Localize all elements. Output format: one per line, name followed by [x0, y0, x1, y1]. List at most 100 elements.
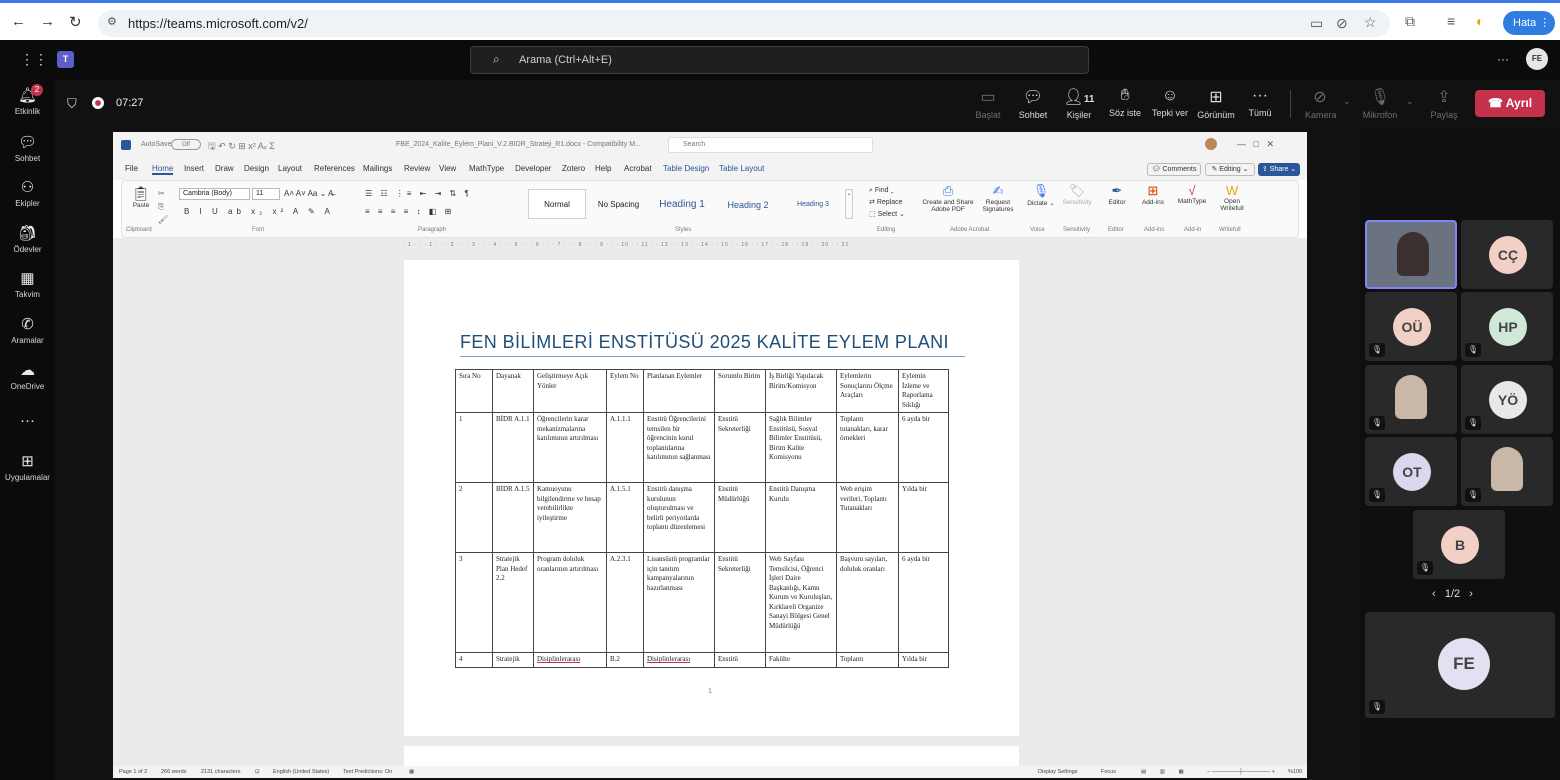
table-cell[interactable]: 6 ayda bir: [898, 412, 949, 483]
ribbon-tab-view[interactable]: View: [439, 164, 456, 173]
self-video-tile[interactable]: FE 🎙︎: [1365, 612, 1555, 718]
table-cell[interactable]: Stratejik: [492, 652, 534, 668]
ribbon-tab-draw[interactable]: Draw: [215, 164, 234, 173]
rail-item-1[interactable]: 💬︎ Sohbet: [0, 133, 55, 163]
user-avatar[interactable]: FE: [1526, 48, 1548, 70]
media-icon[interactable]: ≡: [1447, 13, 1455, 29]
styles-more-icon[interactable]: ⌄: [845, 189, 853, 219]
table-row[interactable]: 3 Stratejik Plan Hedef 2.2 Program doluluk…: [455, 552, 949, 653]
proofing-icon[interactable]: ⊡: [255, 769, 260, 775]
status-zoom[interactable]: %100: [1288, 769, 1302, 775]
editing-group[interactable]: ⌕ Find ⌄ ⇄ Replace ⬚ Select ⌄: [869, 185, 905, 221]
table-cell[interactable]: Enstitü Danışma Kurulu: [765, 482, 837, 553]
dictate-button[interactable]: 🎙︎ Dictate ⌄: [1025, 183, 1057, 207]
table-cell[interactable]: Stratejik Plan Hedef 2.2: [492, 552, 534, 653]
table-cell[interactable]: A.2.3.1: [606, 552, 644, 653]
status-language[interactable]: English (United States): [273, 769, 329, 775]
ribbon-tab-mathtype[interactable]: MathType: [469, 164, 504, 173]
table-cell[interactable]: Yılda bir: [898, 482, 949, 553]
align-icons[interactable]: ≡ ≡ ≡ ≡ ↕ ◧ ⊞: [365, 207, 454, 216]
document-page-2[interactable]: [404, 746, 1019, 766]
mathtype-button[interactable]: √ MathType: [1174, 183, 1210, 205]
table-cell[interactable]: Enstitü Sekreterliği: [714, 552, 766, 653]
zoom-slider[interactable]: − ───────┼─────── +: [1207, 769, 1275, 775]
table-cell[interactable]: Enstitü danışma kurulunun oluşturulması …: [643, 482, 715, 553]
style-normal[interactable]: Normal: [528, 189, 586, 219]
share-button[interactable]: ⇪ Paylaş: [1425, 87, 1463, 120]
table-cell[interactable]: 1: [455, 412, 493, 483]
table-cell[interactable]: BİDR A.1.5: [492, 482, 534, 553]
cast-icon[interactable]: ▭: [1310, 15, 1323, 32]
view-button[interactable]: ⊞ Görünüm: [1196, 87, 1236, 120]
font-grow-shrink-icons[interactable]: A˄ A˅ Aa ⌄ A̶: [284, 189, 333, 198]
rail-item-0[interactable]: 🔔︎ Etkinlik: [0, 86, 55, 116]
table-cell[interactable]: Toplantı: [836, 652, 899, 668]
table-cell[interactable]: Disiplinlerarası: [643, 652, 715, 668]
rail-item-4[interactable]: ▦ Takvim: [0, 269, 55, 299]
table-cell[interactable]: Başvuru sayıları, doluluk oranları: [836, 552, 899, 653]
table-row[interactable]: 2 BİDR A.1.5 Kamuoyunu bilgilendirme ve he…: [455, 482, 949, 553]
url-text[interactable]: https://teams.microsoft.com/v2/: [128, 16, 308, 31]
table-cell[interactable]: Disiplinlerarası: [533, 652, 607, 668]
ribbon-tab-mailings[interactable]: Mailings: [363, 164, 392, 173]
table-row[interactable]: 1 BİDR A.1.1 Öğrencilerin karar mekanizmal…: [455, 412, 949, 483]
rail-item-7[interactable]: ···: [0, 412, 55, 432]
table-cell[interactable]: Enstitü Müdürlüğü: [714, 482, 766, 553]
participant-tile[interactable]: OT 🎙︎: [1365, 437, 1457, 506]
search-input[interactable]: ⌕ Arama (Ctrl+Alt+E): [470, 46, 1089, 74]
leave-button[interactable]: ☎ Ayrıl: [1475, 90, 1545, 117]
table-cell[interactable]: A.1.5.1: [606, 482, 644, 553]
table-cell[interactable]: Lisansüstü programlar için tanıtım kampa…: [643, 552, 715, 653]
accessibility-icon[interactable]: ▦: [409, 769, 414, 775]
people-button[interactable]: 👤︎11 Kişiler: [1061, 87, 1097, 120]
back-icon[interactable]: ←: [11, 13, 26, 30]
table-cell[interactable]: Kamuoyunu bilgilendirme ve hesap verebil…: [533, 482, 607, 553]
table-cell[interactable]: B.2: [606, 652, 644, 668]
ribbon-tab-table-layout[interactable]: Table Layout: [719, 164, 764, 173]
font-name-select[interactable]: Cambria (Body): [179, 188, 250, 200]
chat-button[interactable]: 💬︎ Sohbet: [1017, 87, 1049, 120]
request-signatures-button[interactable]: ✍︎ Request Signatures: [978, 183, 1018, 213]
table-cell[interactable]: Web erişim verileri, Toplantı Tutanaklar…: [836, 482, 899, 553]
ribbon-tab-help[interactable]: Help: [595, 164, 611, 173]
more-button[interactable]: ··· Tümü: [1245, 87, 1275, 118]
table-cell[interactable]: 4: [455, 652, 493, 668]
ribbon-tab-zotero[interactable]: Zotero: [562, 164, 585, 173]
ribbon-tab-layout[interactable]: Layout: [278, 164, 302, 173]
address-bar[interactable]: ⚙ https://teams.microsoft.com/v2/ ▭ ⊘ ☆: [98, 10, 1390, 37]
ribbon-tab-insert[interactable]: Insert: [184, 164, 204, 173]
quick-access-icons[interactable]: 🖫 ↶ ↻ ⊞ x² Aᵥ Σ: [208, 139, 275, 155]
style-heading-3[interactable]: Heading 3: [783, 189, 843, 219]
status-page[interactable]: Page 1 of 2: [119, 769, 147, 775]
ribbon-tab-developer[interactable]: Developer: [515, 164, 551, 173]
profile-button[interactable]: Hata ⋮: [1503, 11, 1555, 35]
rail-item-5[interactable]: ✆ Aramalar: [0, 315, 55, 345]
reload-icon[interactable]: ↻: [69, 13, 82, 31]
bookmark-star-icon[interactable]: ☆: [1364, 14, 1377, 31]
raise-hand-button[interactable]: ✋︎ Söz iste: [1107, 87, 1143, 118]
rail-item-6[interactable]: ☁ OneDrive: [0, 361, 55, 391]
participant-tile[interactable]: 🎙︎: [1365, 365, 1457, 434]
status-words[interactable]: 266 words: [161, 769, 186, 775]
document-page[interactable]: FEN BİLİMLERİ ENSTİTÜSÜ 2025 KALİTE EYLE…: [404, 260, 1019, 736]
comments-button[interactable]: 💬︎ Comments: [1147, 163, 1201, 176]
participant-tile[interactable]: 🎙︎: [1461, 437, 1553, 506]
style-heading-2[interactable]: Heading 2: [717, 189, 779, 219]
table-cell[interactable]: 3: [455, 552, 493, 653]
gallery-pager[interactable]: ‹ 1/2 ›: [1432, 588, 1473, 600]
forward-icon[interactable]: →: [40, 13, 55, 30]
site-settings-icon[interactable]: ⚙: [107, 15, 117, 28]
list-icons[interactable]: ☰ ☷ ⋮≡ ⇤ ⇥ ⇅ ¶: [365, 189, 472, 198]
style-no-spacing[interactable]: No Spacing: [590, 189, 647, 219]
word-search-input[interactable]: Search: [668, 137, 873, 153]
editing-mode-button[interactable]: ✎ Editing ⌄: [1205, 163, 1255, 176]
font-size-select[interactable]: 11: [252, 188, 280, 200]
table-cell[interactable]: Enstitü: [714, 652, 766, 668]
table-cell[interactable]: Sağlık Bilimler Enstitüsü, Sosyal Biliml…: [765, 412, 837, 483]
table-row[interactable]: 4 Stratejik Disiplinlerarası B.2 Disiplinler…: [455, 652, 949, 668]
participant-tile[interactable]: YÖ 🎙︎: [1461, 365, 1553, 434]
table-cell[interactable]: A.1.1.1: [606, 412, 644, 483]
ribbon-tab-file[interactable]: File: [125, 164, 138, 173]
participant-tile[interactable]: CÇ: [1461, 220, 1553, 289]
word-share-button[interactable]: ⇪ Share ⌄: [1258, 163, 1300, 176]
